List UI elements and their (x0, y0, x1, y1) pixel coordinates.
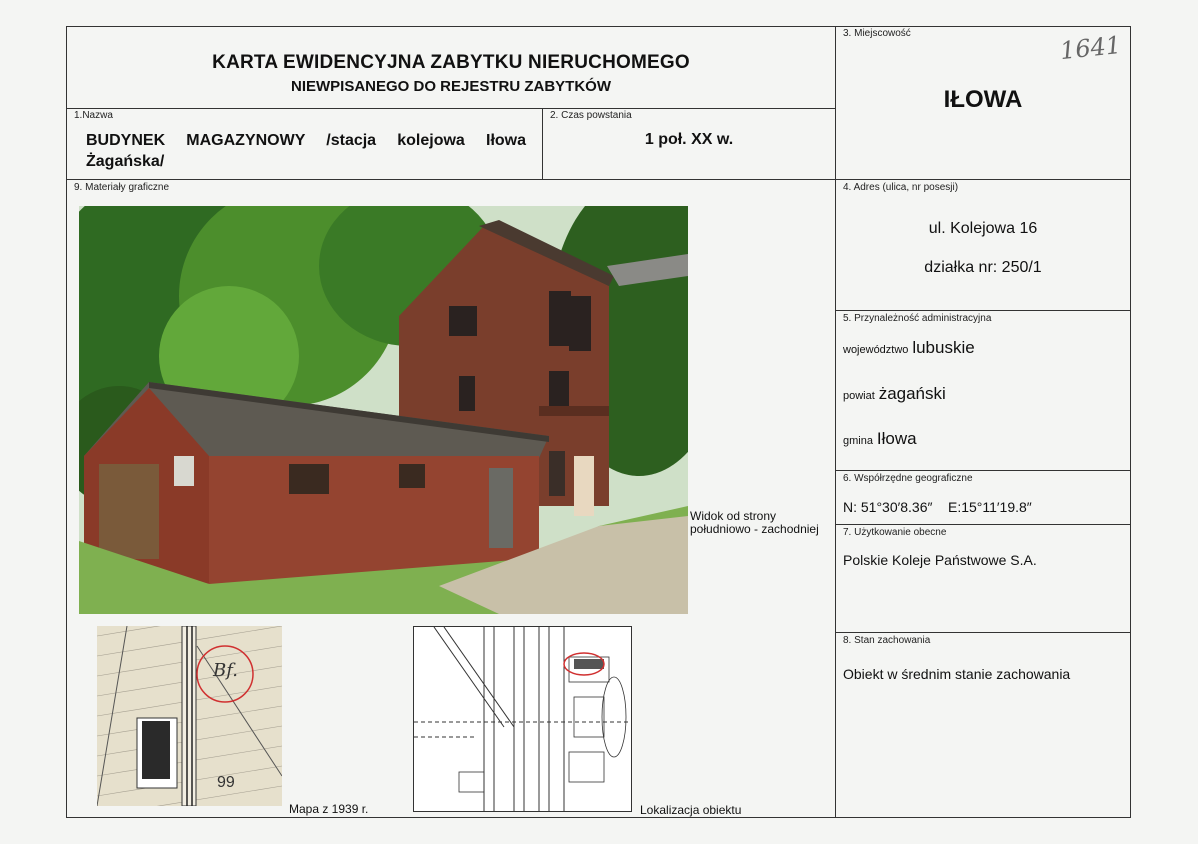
nazwa-label: 1.Nazwa (74, 110, 113, 121)
wojewodztwo-row: województwo lubuskie (843, 338, 975, 358)
adres-plot: działka nr: 250/1 (924, 259, 1042, 276)
map2-caption: Lokalizacja obiektu (640, 803, 742, 817)
powiat-value: żagański (878, 384, 946, 403)
miejscowosc-label: 3. Miejscowość (843, 28, 911, 39)
photo-caption-line2: południowo - zachodniej (690, 522, 819, 536)
wspolrzedne-label: 6. Współrzędne geograficzne (843, 473, 973, 484)
frame-top (66, 26, 1131, 27)
frame-right (1130, 26, 1131, 818)
administracja-label: 5. Przynależność administracyjna (843, 313, 992, 324)
card-subtitle: NIEWPISANEGO DO REJESTRU ZABYTKÓW (290, 78, 612, 95)
location-map (413, 626, 632, 812)
historic-map-1939: Bf. 99 (97, 626, 282, 806)
uzytkowanie-label: 7. Użytkowanie obecne (843, 527, 947, 538)
nazwa-value: BUDYNEK MAGAZYNOWY /stacja kolejowa Iłow… (86, 132, 526, 170)
frame-left (66, 26, 67, 818)
adres-label: 4. Adres (ulica, nr posesji) (843, 182, 959, 193)
frame-bottom (66, 817, 1131, 818)
card-title: KARTA EWIDENCYJNA ZABYTKU NIERUCHOMEGO (212, 52, 690, 73)
czas-value: 1 poł. XX w. (644, 131, 734, 148)
wojewodztwo-label: województwo (843, 344, 909, 356)
map1-caption: Mapa z 1939 r. (289, 802, 369, 816)
czas-label: 2. Czas powstania (550, 110, 632, 121)
gmina-value: Iłowa (876, 429, 917, 448)
powiat-row: powiat żagański (843, 384, 946, 404)
coord-n: N: 51°30′8.36″ (843, 499, 933, 515)
divider-addr (835, 310, 1131, 311)
map1-number: 99 (217, 774, 235, 791)
divider-coords (835, 524, 1131, 525)
miejscowosc-value: IŁOWA (943, 86, 1023, 113)
divider-admin (835, 470, 1131, 471)
divider-title (66, 108, 836, 109)
adres-street: ul. Kolejowa 16 (928, 220, 1038, 237)
powiat-label: powiat (843, 390, 875, 402)
building-photo (79, 206, 688, 614)
wojewodztwo-value: lubuskie (912, 338, 975, 357)
divider-main (835, 26, 836, 818)
divider-uzytk (835, 632, 1131, 633)
materialy-label: 9. Materiały graficzne (74, 182, 170, 193)
stan-value: Obiekt w średnim stanie zachowania (843, 666, 1071, 682)
uzytkowanie-value: Polskie Koleje Państwowe S.A. (843, 552, 1037, 568)
gmina-label: gmina (843, 435, 873, 447)
coord-e: E:15°11′19.8″ (948, 499, 1032, 515)
inventory-number-handwritten: 1641 (1058, 30, 1123, 66)
divider-name-czas (542, 108, 543, 180)
gmina-row: gmina Iłowa (843, 429, 917, 449)
stan-label: 8. Stan zachowania (843, 635, 931, 646)
divider-row2 (66, 179, 1131, 180)
map1-station-mark: Bf. (213, 660, 238, 681)
